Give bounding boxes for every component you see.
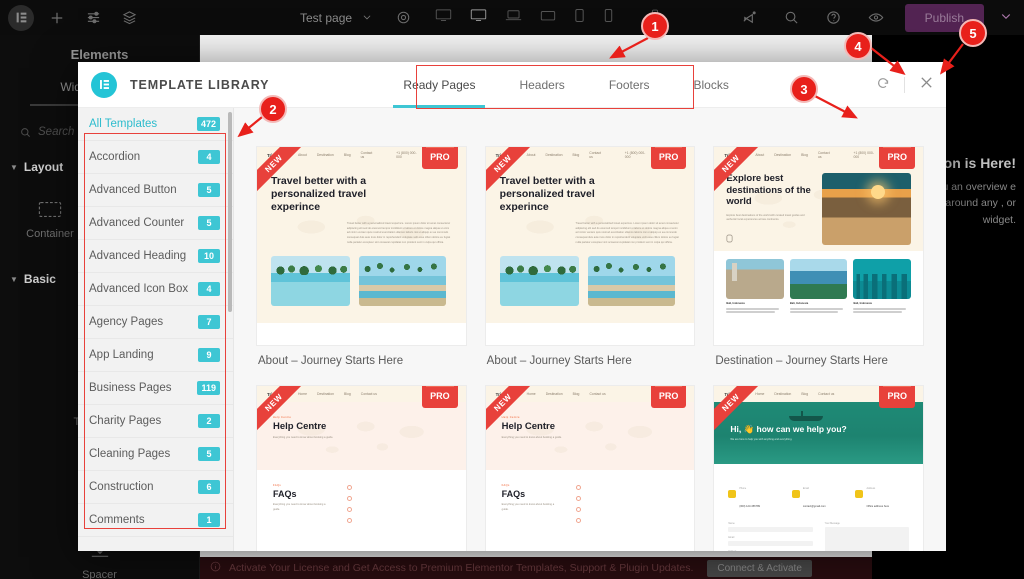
- marker-label: 3: [800, 81, 808, 97]
- annotation-marker-1: 1: [641, 12, 669, 40]
- marker-label: 1: [651, 18, 659, 34]
- marker-label: 2: [269, 101, 277, 117]
- marker-label: 4: [854, 38, 862, 54]
- arrow-1: [609, 37, 649, 59]
- arrow-5: [940, 43, 964, 75]
- annotation-marker-5: 5: [959, 19, 987, 47]
- marker-label: 5: [969, 25, 977, 41]
- annotation-marker-3: 3: [790, 75, 818, 103]
- annotation-marker-2: 2: [259, 95, 287, 123]
- annotation-marker-4: 4: [844, 32, 872, 60]
- annotation-arrows: [237, 37, 964, 138]
- arrow-3: [812, 94, 858, 119]
